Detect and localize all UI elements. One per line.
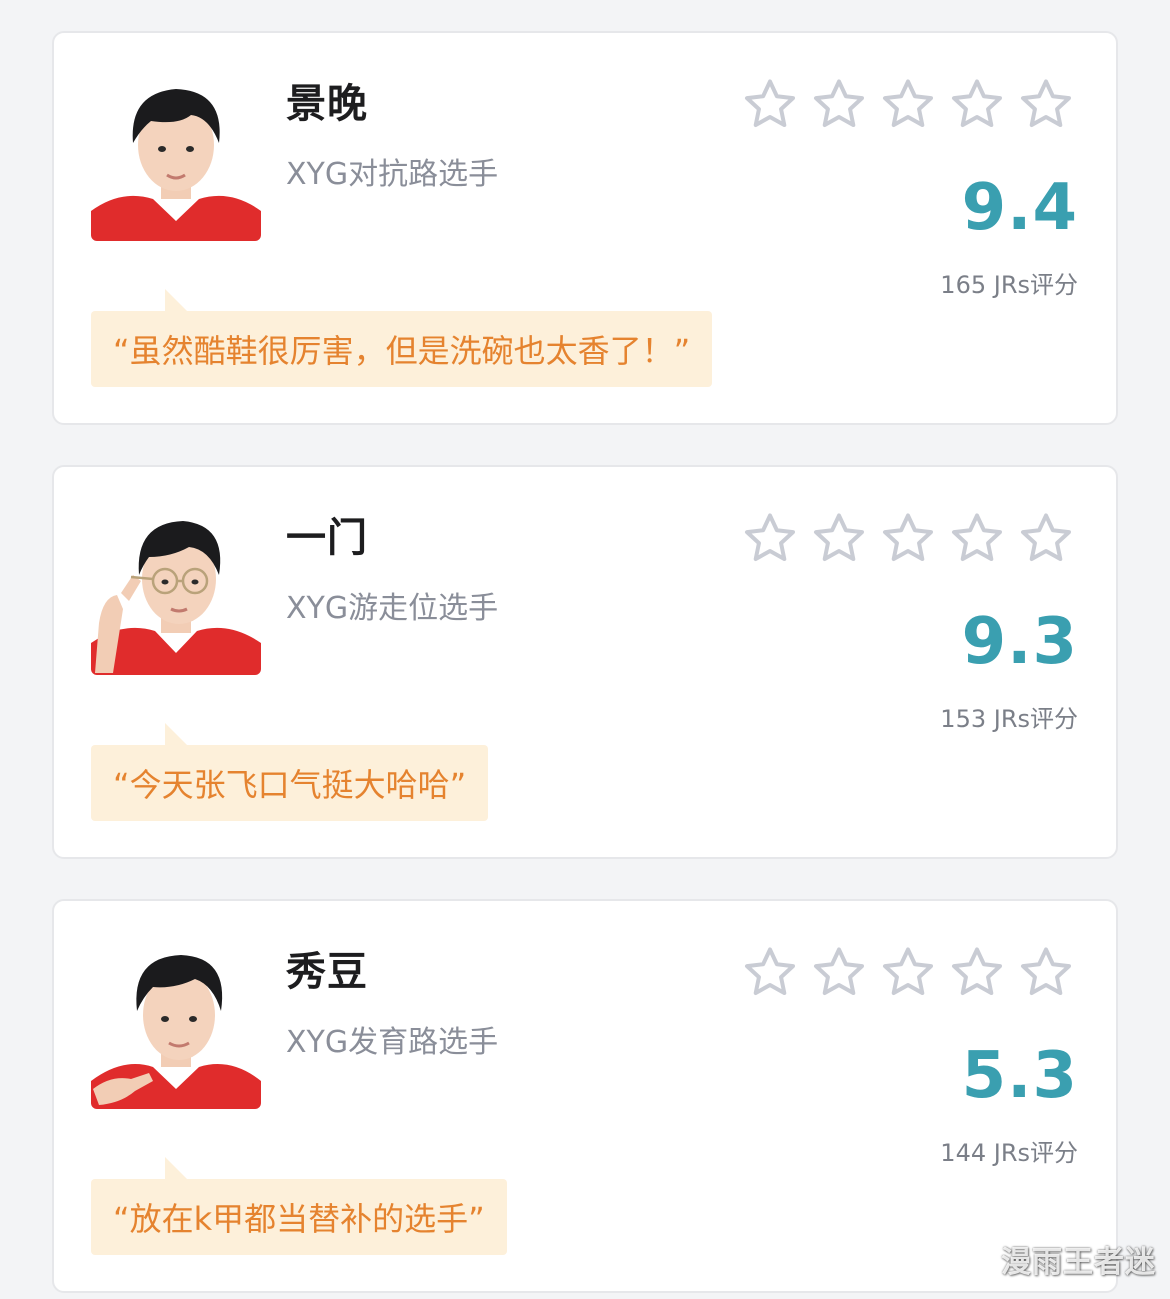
star-icon[interactable] <box>809 509 869 569</box>
star-icon[interactable] <box>947 509 1007 569</box>
player-role: XYG对抗路选手 <box>286 157 499 192</box>
player-rating-card: 一门 XYG游走位选手 9.3 153 JRs评分 “今天张飞口气挺大哈哈” <box>52 465 1118 859</box>
star-icon[interactable] <box>809 943 869 1003</box>
player-photo-icon <box>91 955 261 1109</box>
player-rating-card: 秀豆 XYG发育路选手 5.3 144 JRs评分 “放在k甲都当替补的选手” <box>52 899 1118 1293</box>
watermark: 漫雨王者迷 <box>1001 1245 1156 1280</box>
star-icon[interactable] <box>809 75 869 135</box>
star-icon[interactable] <box>740 943 800 1003</box>
player-avatar[interactable] <box>91 505 261 675</box>
player-photo-icon <box>91 89 261 241</box>
top-comment-bubble[interactable]: “放在k甲都当替补的选手” <box>91 1157 507 1255</box>
star-icon[interactable] <box>740 509 800 569</box>
star-icon[interactable] <box>878 943 938 1003</box>
star-icon[interactable] <box>947 75 1007 135</box>
player-rating-card: 景晚 XYG对抗路选手 9.4 165 JRs评分 “虽然酷鞋很厉害，但是洗碗也… <box>52 31 1118 425</box>
star-rating-input[interactable] <box>740 509 1076 569</box>
player-avatar[interactable] <box>91 939 261 1109</box>
star-icon[interactable] <box>878 75 938 135</box>
player-score: 5.3 <box>961 1039 1078 1113</box>
player-role: XYG游走位选手 <box>286 591 499 626</box>
player-name: 秀豆 <box>286 949 368 995</box>
rater-count: 165 JRs评分 <box>940 271 1078 299</box>
star-icon[interactable] <box>1016 75 1076 135</box>
star-icon[interactable] <box>878 509 938 569</box>
star-icon[interactable] <box>740 75 800 135</box>
rater-count: 144 JRs评分 <box>940 1139 1078 1167</box>
player-score: 9.4 <box>961 171 1078 245</box>
star-icon[interactable] <box>947 943 1007 1003</box>
player-name: 一门 <box>286 515 368 561</box>
player-avatar[interactable] <box>91 71 261 241</box>
star-rating-input[interactable] <box>740 943 1076 1003</box>
player-role: XYG发育路选手 <box>286 1025 499 1060</box>
player-name: 景晚 <box>286 81 368 127</box>
player-score: 9.3 <box>961 605 1078 679</box>
rater-count: 153 JRs评分 <box>940 705 1078 733</box>
top-comment-bubble[interactable]: “虽然酷鞋很厉害，但是洗碗也太香了！” <box>91 289 713 387</box>
star-rating-input[interactable] <box>740 75 1076 135</box>
star-icon[interactable] <box>1016 509 1076 569</box>
star-icon[interactable] <box>1016 943 1076 1003</box>
player-photo-icon <box>91 521 261 675</box>
top-comment-bubble[interactable]: “今天张飞口气挺大哈哈” <box>91 723 489 821</box>
